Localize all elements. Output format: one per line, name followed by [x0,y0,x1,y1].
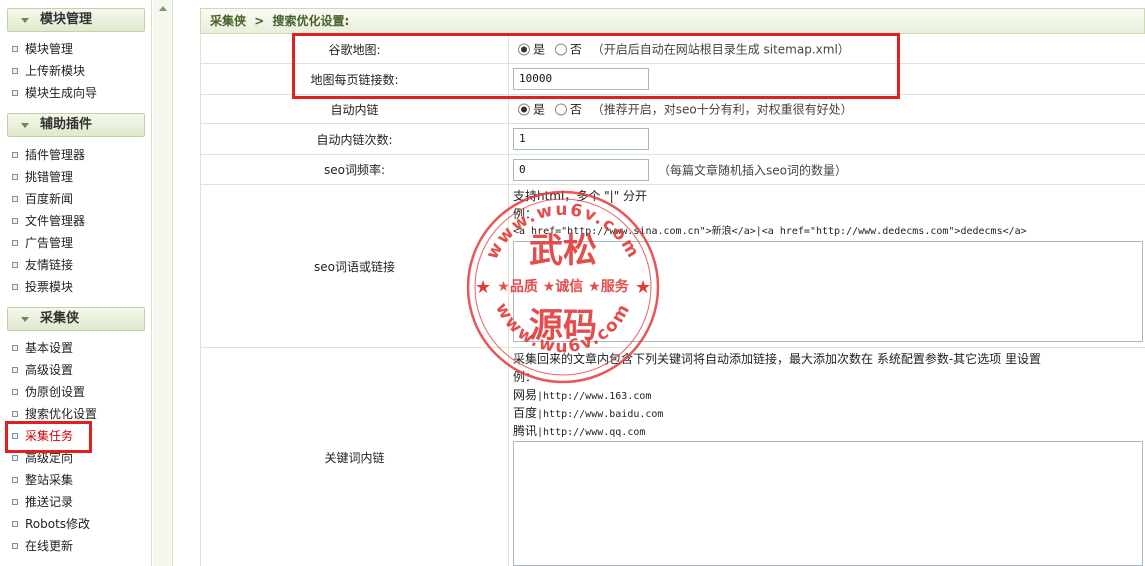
keyword-links-note: 采集回来的文章内包含下列关键词将自动添加链接，最大添加次数在 系统配置参数-其它… [513,352,1041,366]
nav-item-error-manage[interactable]: 挑错管理 [12,167,73,187]
nav-item-baidu-news[interactable]: 百度新闻 [12,189,73,209]
bullet-icon [12,389,18,395]
keyword-links-example-label: 例： [513,370,538,384]
auto-link-count-label: 自动内链次数: [201,124,509,154]
bullet-icon [12,68,18,74]
chevron-down-icon [21,18,29,23]
seo-words-example: <a href="http://www.sina.com.cn">新浪</a>|… [513,226,1027,237]
seo-words-label: seo词语或链接 [201,185,509,347]
auto-link-label: 自动内链 [201,95,509,123]
chevron-down-icon [21,123,29,128]
bullet-icon [12,455,18,461]
nav-item-basic-settings[interactable]: 基本设置 [12,338,73,358]
bullet-icon [12,174,18,180]
row-seo-frequency: seo词频率: 0 （每篇文章随机插入seo词的数量） [200,155,1145,185]
splitter-bar[interactable] [153,0,173,566]
collapse-up-icon[interactable] [159,6,167,11]
nav-item-site-collect[interactable]: 整站采集 [12,470,73,490]
bullet-icon [12,90,18,96]
seo-words-note: 支持html，多个 "|" 分开 [513,189,648,203]
seo-words-textarea[interactable] [513,241,1143,342]
nav-item-push-records[interactable]: 推送记录 [12,492,73,512]
bullet-icon [12,240,18,246]
seo-frequency-label: seo词频率: [201,155,509,184]
bullet-icon [12,367,18,373]
auto-link-count-input[interactable]: 1 [513,128,649,150]
bullet-icon [12,284,18,290]
bullet-icon [12,196,18,202]
section-header-plugins[interactable]: 辅助插件 [7,113,145,137]
row-auto-link-count: 自动内链次数: 1 [200,124,1145,155]
breadcrumb: 采集侠 > 搜索优化设置: [200,8,1145,34]
auto-link-hint: （推荐开启，对seo十分有利，对权重很有好处） [591,102,853,117]
annotation-highlight-box [5,421,92,453]
bullet-icon [12,477,18,483]
seo-frequency-input[interactable]: 0 [513,158,649,181]
chevron-down-icon [21,317,29,322]
nav-item-module-management[interactable]: 模块管理 [12,39,73,59]
row-auto-link: 自动内链 是 否 （推荐开启，对seo十分有利，对权重很有好处） [200,95,1145,124]
bullet-icon [12,46,18,52]
bullet-icon [12,499,18,505]
keyword-links-example-qq: 腾讯|http://www.qq.com [513,424,646,438]
auto-link-yes-radio[interactable] [518,103,530,115]
keyword-links-label: 关键词内链 [201,348,509,566]
bullet-icon [12,262,18,268]
nav-item-pseudo-original[interactable]: 伪原创设置 [12,382,85,402]
nav-item-module-wizard[interactable]: 模块生成向导 [12,83,97,103]
nav-item-upload-module[interactable]: 上传新模块 [12,61,85,81]
nav-item-vote-module[interactable]: 投票模块 [12,277,73,297]
seo-frequency-hint: （每篇文章随机插入seo词的数量） [658,163,847,177]
nav-item-plugin-manager[interactable]: 插件管理器 [12,145,85,165]
keyword-links-textarea[interactable] [513,441,1143,566]
section-header-collector[interactable]: 采集侠 [7,307,145,331]
nav-item-ad-manage[interactable]: 广告管理 [12,233,73,253]
row-seo-words: seo词语或链接 支持html，多个 "|" 分开 例： <a href="ht… [200,185,1145,348]
section-header-module-management[interactable]: 模块管理 [7,8,145,32]
bullet-icon [12,521,18,527]
bullet-icon [12,345,18,351]
keyword-links-example-baidu: 百度|http://www.baidu.com [513,406,664,420]
annotation-highlight-box [292,33,900,99]
row-keyword-links: 关键词内链 采集回来的文章内包含下列关键词将自动添加链接，最大添加次数在 系统配… [200,348,1145,566]
sidebar: 模块管理 模块管理 上传新模块 模块生成向导 辅助插件 插件管理器 挑错管理 百… [0,0,152,566]
auto-link-no-radio[interactable] [554,103,567,115]
bullet-icon [12,543,18,549]
nav-item-online-update[interactable]: 在线更新 [12,536,73,556]
bullet-icon [12,152,18,158]
nav-item-advanced-settings[interactable]: 高级设置 [12,360,73,380]
nav-item-robots[interactable]: Robots修改 [12,514,90,534]
nav-item-file-manager[interactable]: 文件管理器 [12,211,85,231]
nav-item-friend-links[interactable]: 友情链接 [12,255,73,275]
bullet-icon [12,411,18,417]
bullet-icon [12,218,18,224]
keyword-links-example-163: 网易|http://www.163.com [513,388,652,402]
seo-words-example-label: 例： [513,207,538,221]
